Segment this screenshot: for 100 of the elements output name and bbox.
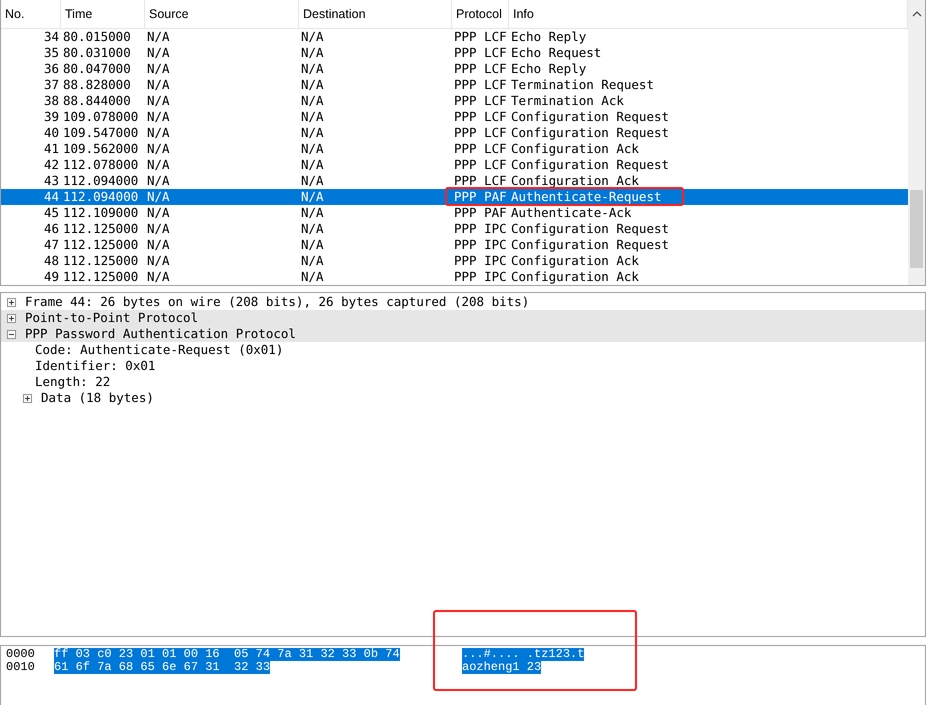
expander-icon[interactable] (7, 314, 16, 322)
table-cell-text: 36 (42, 62, 60, 76)
table-cell-text: 42 (42, 158, 60, 172)
packet-row[interactable]: 39 109.078000 N/A N/A PPP LCF Configuration Request (1, 109, 908, 125)
table-cell-text: 39 (42, 110, 60, 124)
table-cell-text: N/A (300, 190, 325, 204)
table-cell-text: PPP IPC (453, 222, 508, 236)
table-cell-text: N/A (146, 78, 171, 92)
packet-row[interactable]: 44 112.094000 N/A N/A PPP PAF Authenticate-Request (1, 189, 908, 205)
hex-bytes[interactable]: 61 6f 7a 68 65 6e 67 31 32 33 (54, 661, 270, 674)
table-cell-text: N/A (146, 222, 171, 236)
table-cell-text: N/A (146, 94, 171, 108)
table-cell-text: 88.844000 (62, 94, 132, 108)
table-cell-text: PPP LCF (453, 78, 508, 92)
tree-item[interactable]: Data (18 bytes) (1, 390, 925, 406)
table-cell-text: 38 (42, 94, 60, 108)
table-cell-text: Termination Ack (510, 94, 624, 108)
expander-icon[interactable] (23, 394, 32, 402)
column-header[interactable]: Source (145, 0, 299, 28)
table-cell-text: 45 (42, 206, 60, 220)
tree-item[interactable]: Frame 44: 26 bytes on wire (208 bits), 26 bytes captured (208 bits) (1, 294, 925, 310)
table-cell-text: 35 (42, 46, 60, 60)
packet-row[interactable]: 46 112.125000 N/A N/A PPP IPC Configuration Request (1, 221, 908, 237)
table-cell-text: N/A (300, 270, 325, 284)
table-cell-text: N/A (300, 142, 325, 156)
table-cell-text: N/A (300, 254, 325, 268)
packet-row[interactable]: 41 109.562000 N/A N/A PPP LCF Configuration Ack (1, 141, 908, 157)
packet-row[interactable]: 45 112.109000 N/A N/A PPP PAF Authenticate-Ack (1, 205, 908, 221)
table-cell-text: 37 (42, 78, 60, 92)
table-cell-text: Configuration Ack (510, 174, 639, 188)
packet-row[interactable]: 38 88.844000 N/A N/A PPP LCF Termination Ack (1, 93, 908, 109)
table-cell-text: N/A (300, 174, 325, 188)
hex-bytes[interactable]: ff 03 c0 23 01 01 00 16 05 74 7a 31 32 33 0b 74 (54, 648, 400, 661)
table-cell-text: 80.015000 (62, 30, 132, 44)
table-cell-text: N/A (146, 126, 171, 140)
table-cell-text: Authenticate-Ack (510, 206, 632, 220)
byte-offset: 0010 (5, 661, 36, 674)
scroll-up-icon[interactable] (912, 10, 922, 18)
table-cell-text: 44 (42, 190, 60, 204)
table-cell-text: 112.125000 (62, 238, 140, 252)
table-cell-text: N/A (146, 142, 171, 156)
packet-row[interactable]: 34 80.015000 N/A N/A PPP LCF Echo Reply (1, 29, 908, 45)
column-header[interactable]: Destination (299, 0, 452, 28)
table-cell-text: 112.078000 (62, 158, 140, 172)
packet-row[interactable]: 48 112.125000 N/A N/A PPP IPC Configuration Ack (1, 253, 908, 269)
table-cell-text: 46 (42, 222, 60, 236)
scroll-thumb[interactable] (910, 190, 923, 268)
byte-offset: 0000 (5, 648, 36, 661)
table-cell-text: PPP IPC (453, 238, 508, 252)
table-cell-text: PPP LCF (453, 142, 508, 156)
table-cell-text: 112.094000 (62, 190, 140, 204)
table-cell-text: Authenticate-Request (510, 190, 662, 204)
table-cell-text: N/A (300, 46, 325, 60)
table-cell-text: 112.125000 (62, 270, 140, 284)
scrollbar[interactable] (908, 0, 925, 285)
tree-item[interactable]: Point-to-Point Protocol (1, 310, 925, 326)
table-cell-text: PPP PAF (453, 206, 508, 220)
table-cell-text: N/A (300, 126, 325, 140)
table-cell-text: PPP LCF (453, 158, 508, 172)
expander-icon[interactable] (7, 298, 16, 306)
column-header[interactable]: Protocol (452, 0, 509, 28)
table-cell-text: PPP LCF (453, 126, 508, 140)
column-header[interactable]: Time (61, 0, 145, 28)
tree-item[interactable]: Identifier: 0x01 (1, 358, 925, 374)
table-cell-text: Configuration Request (510, 222, 670, 236)
packet-row[interactable]: 49 112.125000 N/A N/A PPP IPC Configuration Ack (1, 269, 908, 285)
packet-row[interactable]: 47 112.125000 N/A N/A PPP IPC Configuration Request (1, 237, 908, 253)
table-cell-text: N/A (300, 222, 325, 236)
table-cell-text: Configuration Request (510, 158, 670, 172)
table-cell-text: 112.125000 (62, 222, 140, 236)
packet-row[interactable]: 42 112.078000 N/A N/A PPP LCF Configuration Request (1, 157, 908, 173)
ascii-bytes[interactable]: aozheng1 23 (462, 661, 542, 674)
table-cell-text: 109.562000 (62, 142, 140, 156)
table-cell-text: 40 (42, 126, 60, 140)
packet-row[interactable]: 43 112.094000 N/A N/A PPP LCF Configuration Ack (1, 173, 908, 189)
column-header[interactable]: No. (1, 0, 61, 28)
table-cell-text: Configuration Request (510, 110, 670, 124)
tree-item[interactable]: Code: Authenticate-Request (0x01) (1, 342, 925, 358)
table-cell-text: N/A (300, 94, 325, 108)
packet-row[interactable]: 36 80.047000 N/A N/A PPP LCF Echo Reply (1, 61, 908, 77)
packet-row[interactable]: 40 109.547000 N/A N/A PPP LCF Configuration Request (1, 125, 908, 141)
table-cell-text: N/A (300, 30, 325, 44)
table-cell-text: Echo Request (510, 46, 602, 60)
tree-item[interactable]: PPP Password Authentication Protocol (1, 326, 925, 342)
table-cell-text: N/A (300, 206, 325, 220)
table-cell-text: 49 (42, 270, 60, 284)
table-cell-text: PPP IPC (453, 254, 508, 268)
table-cell-text: 109.547000 (62, 126, 140, 140)
table-cell-text: N/A (146, 30, 171, 44)
ascii-bytes[interactable]: ...#.... .tz123.t (462, 648, 584, 661)
table-cell-text: PPP LCF (453, 174, 508, 188)
table-cell-text: Echo Reply (510, 62, 586, 76)
packet-row[interactable]: 35 80.031000 N/A N/A PPP LCF Echo Request (1, 45, 908, 61)
tree-item[interactable]: Length: 22 (1, 374, 925, 390)
table-cell-text: 112.125000 (62, 254, 140, 268)
table-cell-text: PPP LCF (453, 46, 508, 60)
packet-row[interactable]: 37 88.828000 N/A N/A PPP LCF Termination Request (1, 77, 908, 93)
table-cell-text: 112.109000 (62, 206, 140, 220)
table-cell-text: 109.078000 (62, 110, 140, 124)
expander-icon[interactable] (7, 330, 16, 338)
